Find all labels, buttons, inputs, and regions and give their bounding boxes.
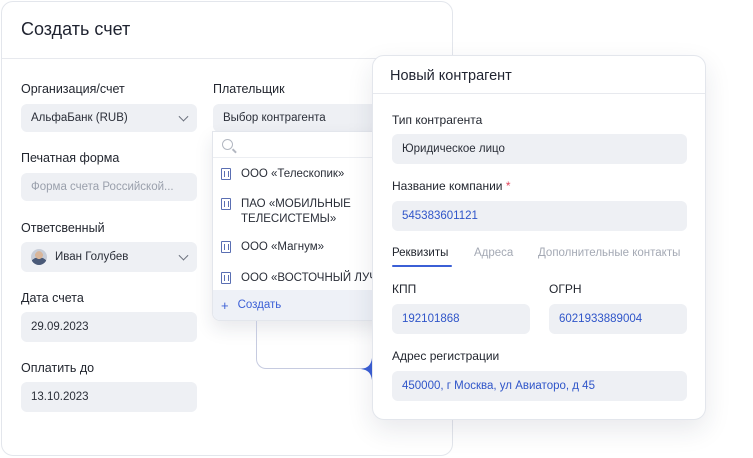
company-value: 545383601121: [402, 210, 478, 222]
company-label: Название компании *: [392, 179, 511, 193]
pay-until-value: 13.10.2023: [31, 391, 89, 403]
org-label: Организация/счет: [21, 82, 125, 96]
tab-contacts[interactable]: Дополнительные контакты: [538, 247, 680, 259]
date-value: 29.09.2023: [31, 321, 89, 333]
building-icon: [221, 241, 231, 253]
print-form-field[interactable]: Форма счета Российской...: [21, 173, 197, 201]
plus-icon: +: [221, 297, 229, 313]
payer-select[interactable]: Выбор контрагента: [213, 104, 389, 132]
kpp-field[interactable]: 192101868: [392, 304, 530, 334]
card-header: Новый контрагент: [373, 56, 705, 94]
address-value: 450000, г Москва, ул Авиаторо, д 45: [402, 380, 595, 392]
payer-placeholder: Выбор контрагента: [223, 112, 326, 124]
payer-label: Плательщик: [213, 82, 285, 96]
ogrn-label: ОГРН: [549, 282, 582, 296]
list-item[interactable]: ПАО «МОБИЛЬНЫЕ ТЕЛЕСИСТЕМЫ»: [221, 197, 351, 227]
ogrn-field[interactable]: 6021933889004: [549, 304, 687, 334]
list-item-label: ТЕЛЕСИСТЕМЫ»: [241, 213, 337, 225]
tab-addresses[interactable]: Адреса: [474, 247, 513, 259]
address-label: Адрес регистрации: [392, 349, 500, 363]
ogrn-value: 6021933889004: [559, 313, 643, 325]
type-field[interactable]: Юридическое лицо: [392, 134, 687, 164]
kpp-label: КПП: [392, 282, 417, 296]
required-mark: *: [505, 179, 511, 193]
card-header: Создать счет: [2, 2, 452, 59]
list-item-label: ПАО «МОБИЛЬНЫЕ: [241, 198, 351, 210]
org-value: АльфаБанк (RUB): [31, 112, 128, 124]
responsible-label: Ответсвенный: [21, 221, 105, 235]
payer-dropdown: ООО «Телескопик» ПАО «МОБИЛЬНЫЕ ТЕЛЕСИСТ…: [212, 131, 387, 321]
page-title: Создать счет: [21, 19, 131, 39]
company-field[interactable]: 545383601121: [392, 201, 687, 231]
avatar: [31, 249, 47, 265]
chevron-down-icon: [178, 111, 189, 122]
responsible-value: Иван Голубев: [55, 251, 129, 263]
list-item[interactable]: ООО «Телескопик»: [221, 167, 344, 182]
list-item[interactable]: ООО «ВОСТОЧНЫЙ ЛУЧ: [221, 271, 377, 286]
org-select[interactable]: АльфаБанк (RUB): [21, 104, 197, 132]
search-icon: [222, 139, 233, 150]
building-icon: [221, 168, 231, 180]
list-item[interactable]: ООО «Магнум»: [221, 240, 324, 255]
chevron-down-icon: [178, 250, 189, 261]
building-icon: [221, 272, 231, 284]
list-item-label: ООО «Магнум»: [241, 241, 324, 253]
card-title: Новый контрагент: [390, 68, 512, 84]
create-label: Создать: [237, 299, 282, 311]
list-item-label: ООО «Телескопик»: [241, 168, 345, 180]
connector-line: [256, 321, 368, 369]
responsible-select[interactable]: Иван Голубев: [21, 242, 197, 272]
address-field[interactable]: 450000, г Москва, ул Авиаторо, д 45: [392, 371, 687, 401]
tab-requisites[interactable]: Реквизиты: [392, 247, 448, 259]
type-label: Тип контрагента: [392, 113, 483, 127]
print-form-placeholder: Форма счета Российской...: [31, 181, 174, 193]
kpp-value: 192101868: [402, 313, 460, 325]
new-counterparty-card: Новый контрагент Тип контрагента Юридиче…: [372, 55, 706, 420]
dropdown-search[interactable]: [213, 132, 386, 158]
pay-until-label: Оплатить до: [21, 361, 95, 375]
building-icon: [221, 198, 231, 210]
print-form-label: Печатная форма: [21, 151, 120, 165]
list-item-label: ООО «ВОСТОЧНЫЙ ЛУЧ: [241, 272, 377, 284]
pay-until-field[interactable]: 13.10.2023: [21, 382, 197, 412]
date-label: Дата счета: [21, 291, 84, 305]
company-label-text: Название компании: [392, 179, 503, 193]
active-tab-indicator: [392, 265, 452, 267]
date-field[interactable]: 29.09.2023: [21, 312, 197, 342]
create-counterparty-button[interactable]: + Создать: [213, 290, 386, 320]
type-value: Юридическое лицо: [402, 143, 505, 155]
